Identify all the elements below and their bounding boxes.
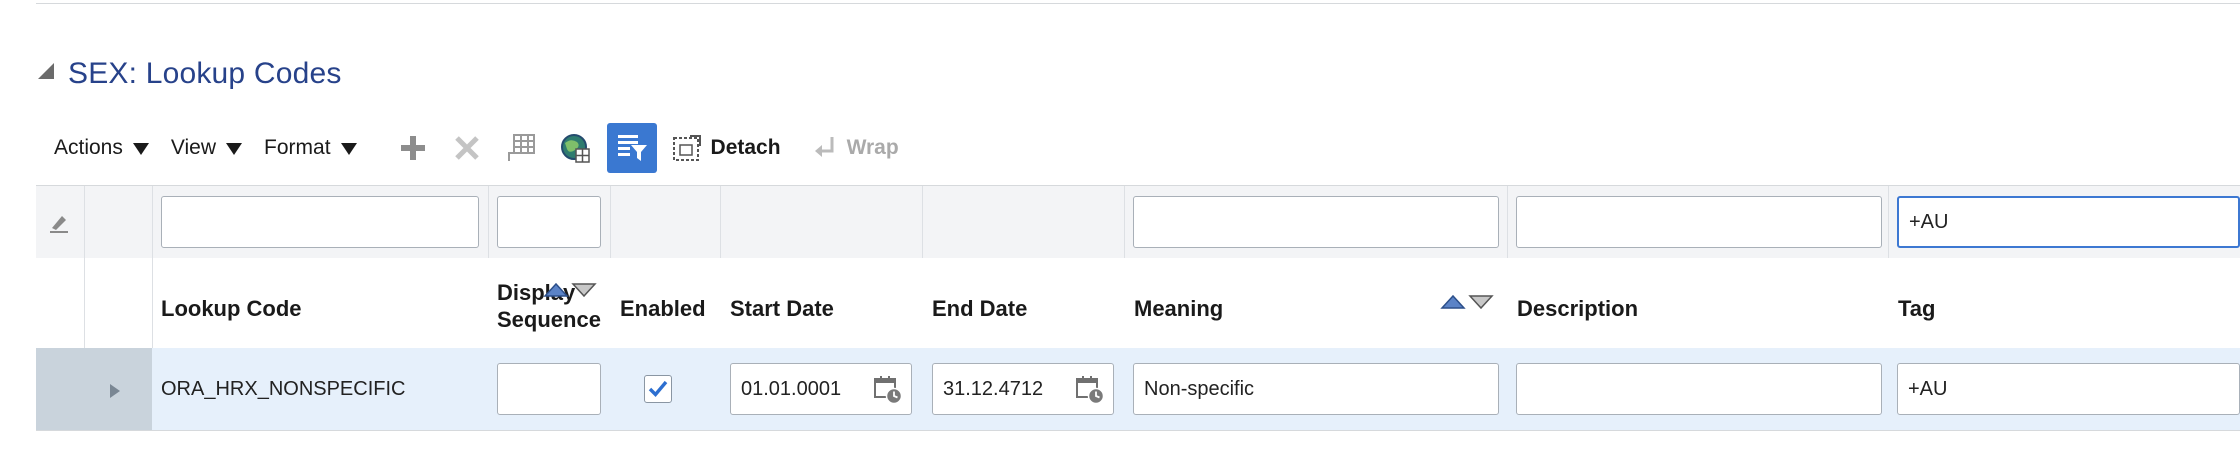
plus-icon <box>400 136 425 160</box>
table-export-icon <box>507 134 535 161</box>
clear-filter-icon[interactable] <box>48 210 72 234</box>
column-divider <box>922 186 923 258</box>
lookup-code-cell: ORA_HRX_NONSPECIFIC <box>161 378 406 400</box>
column-divider <box>1124 186 1125 258</box>
detach-label[interactable]: Detach <box>711 136 781 160</box>
description-filter-input[interactable] <box>1516 196 1882 248</box>
display-sequence-header-line2: Sequence <box>497 307 601 332</box>
column-divider <box>1507 186 1508 258</box>
collapse-triangle-icon[interactable] <box>38 63 54 79</box>
calendar-icon[interactable] <box>1075 375 1105 405</box>
wrap-label[interactable]: Wrap <box>847 136 899 160</box>
column-divider <box>720 186 721 258</box>
sort-icon[interactable] <box>543 280 597 300</box>
description-column-header[interactable]: Description <box>1517 296 1638 322</box>
column-divider <box>610 186 611 258</box>
detach-button[interactable] <box>671 128 703 168</box>
end-date-column-header[interactable]: End Date <box>932 296 1027 322</box>
description-input[interactable] <box>1516 363 1882 415</box>
actions-menu-label: Actions <box>54 136 123 159</box>
end-date-input[interactable]: 31.12.4712 <box>932 363 1114 415</box>
lookup-code-filter-input[interactable] <box>161 196 479 248</box>
row-expander[interactable] <box>84 348 152 430</box>
format-menu[interactable]: Format <box>264 136 357 160</box>
lookup-code-column-header[interactable]: Lookup Code <box>161 296 302 322</box>
chevron-down-icon <box>226 143 243 155</box>
expand-triangle-icon[interactable] <box>108 382 122 400</box>
top-divider <box>36 3 2240 4</box>
column-divider <box>84 258 85 348</box>
filter-row <box>36 186 2240 259</box>
checkmark-icon <box>648 380 668 398</box>
globe-icon <box>560 134 590 163</box>
wrap-button[interactable] <box>811 128 839 168</box>
row-selector[interactable] <box>36 348 84 430</box>
page-title: SEX: Lookup Codes <box>68 57 342 90</box>
wrap-icon <box>814 137 834 157</box>
tag-input[interactable] <box>1897 363 2240 415</box>
table-row[interactable]: ORA_HRX_NONSPECIFIC 01.01.0001 31.12.471… <box>36 348 2240 431</box>
chevron-down-icon <box>340 143 357 155</box>
start-date-value: 01.01.0001 <box>741 378 842 400</box>
tag-filter-input[interactable] <box>1897 196 2240 248</box>
meaning-input[interactable] <box>1133 363 1499 415</box>
display-sequence-input[interactable] <box>497 363 601 415</box>
enabled-checkbox[interactable] <box>644 375 672 403</box>
calendar-icon[interactable] <box>873 375 903 405</box>
export-table-button[interactable] <box>501 128 541 168</box>
actions-menu[interactable]: Actions <box>54 136 149 160</box>
meaning-column-header[interactable]: Meaning <box>1134 296 1223 322</box>
filter-icon <box>617 135 647 161</box>
column-divider <box>84 186 85 258</box>
section-header[interactable]: SEX: Lookup Codes <box>38 52 342 96</box>
view-menu[interactable]: View <box>170 136 243 160</box>
display-sequence-column-header[interactable]: Display Sequence <box>497 280 615 333</box>
close-icon <box>454 136 479 160</box>
end-date-value: 31.12.4712 <box>943 378 1044 400</box>
column-divider <box>1888 186 1889 258</box>
column-divider <box>152 258 153 348</box>
column-divider <box>488 186 489 258</box>
table-toolbar: Actions View Format Detach Wrap <box>54 122 929 174</box>
query-by-example-button[interactable] <box>606 123 657 173</box>
format-menu-label: Format <box>264 136 331 159</box>
column-header-row: Lookup Code Display Sequence Enabled Sta… <box>36 258 2240 349</box>
start-date-input[interactable]: 01.01.0001 <box>730 363 912 415</box>
lookup-codes-table: Lookup Code Display Sequence Enabled Sta… <box>36 185 2240 431</box>
sort-icon[interactable] <box>1440 292 1494 312</box>
view-menu-label: View <box>170 136 217 159</box>
column-divider <box>152 186 153 258</box>
start-date-column-header[interactable]: Start Date <box>730 296 834 322</box>
chevron-down-icon <box>132 143 149 155</box>
translate-button[interactable] <box>555 128 595 168</box>
display-sequence-filter-input[interactable] <box>497 196 601 248</box>
detach-icon <box>672 135 701 161</box>
meaning-filter-input[interactable] <box>1133 196 1499 248</box>
delete-row-button[interactable] <box>447 128 487 168</box>
tag-column-header[interactable]: Tag <box>1898 296 1935 322</box>
add-row-button[interactable] <box>393 128 433 168</box>
enabled-column-header[interactable]: Enabled <box>620 296 706 322</box>
